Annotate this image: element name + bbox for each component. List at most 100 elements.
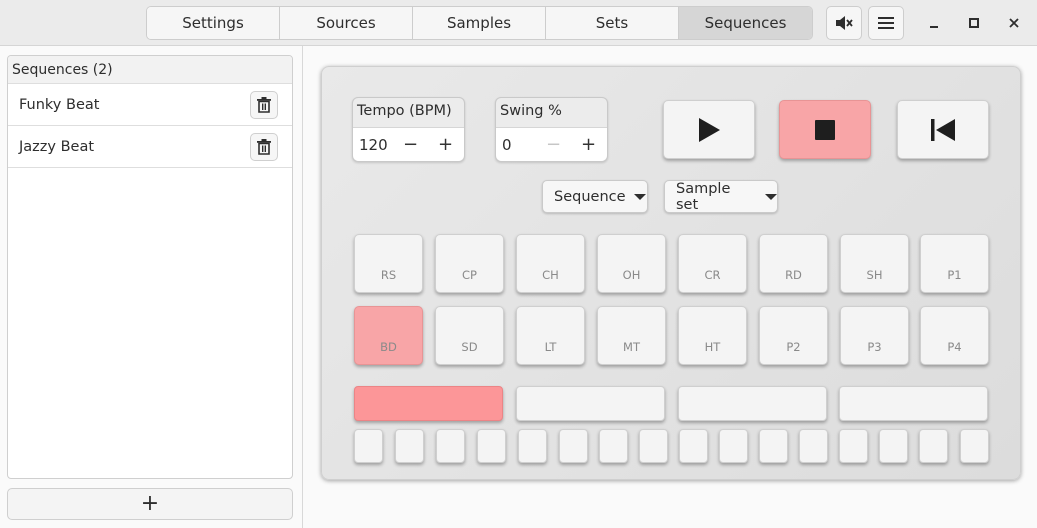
speaker-muted-icon <box>836 16 853 30</box>
pad-label: CP <box>462 268 477 282</box>
pad-rd[interactable]: RD <box>759 234 828 293</box>
step-12-button[interactable] <box>799 429 828 463</box>
pad-label: RS <box>380 268 397 282</box>
step-11-button[interactable] <box>759 429 788 463</box>
trash-icon <box>257 139 271 155</box>
pad-p3[interactable]: P3 <box>840 306 909 365</box>
pad-p1[interactable]: P1 <box>920 234 989 293</box>
tab-samples[interactable]: Samples <box>413 7 546 39</box>
sequence-list-title: Sequences (2) <box>8 56 292 84</box>
tempo-decrease-button[interactable]: − <box>393 128 428 162</box>
pad-label: OH <box>622 268 641 282</box>
pad-label: P4 <box>947 340 962 354</box>
list-item[interactable]: Jazzy Beat <box>8 126 292 168</box>
step-2-button[interactable] <box>395 429 424 463</box>
step-9-button[interactable] <box>679 429 708 463</box>
step-16-button[interactable] <box>960 429 989 463</box>
delete-sequence-button[interactable] <box>250 91 278 119</box>
bar-3-button[interactable] <box>678 386 827 421</box>
step-8-button[interactable] <box>639 429 668 463</box>
delete-sequence-button[interactable] <box>250 133 278 161</box>
step-1-button[interactable] <box>354 429 383 463</box>
pad-oh[interactable]: OH <box>597 234 666 293</box>
main-menu-button[interactable] <box>868 6 904 40</box>
pad-rs[interactable]: RS <box>354 234 423 293</box>
pad-p2[interactable]: P2 <box>759 306 828 365</box>
list-item[interactable]: Funky Beat <box>8 84 292 126</box>
maximize-icon <box>969 18 979 28</box>
step-5-button[interactable] <box>518 429 547 463</box>
pad-sd[interactable]: SD <box>435 306 504 365</box>
stop-icon <box>815 119 835 140</box>
pad-label: BD <box>380 340 397 354</box>
sequence-list: Sequences (2) Funky Beat Jazzy Beat <box>7 55 293 479</box>
pad-label: SH <box>866 268 883 282</box>
pad-ch[interactable]: CH <box>516 234 585 293</box>
add-sequence-button[interactable]: + <box>7 488 293 520</box>
swing-control: Swing % 0 − + <box>495 97 608 162</box>
skip-to-start-icon <box>931 118 955 141</box>
pad-mt[interactable]: MT <box>597 306 666 365</box>
tempo-label: Tempo (BPM) <box>357 103 452 119</box>
sample-set-dropdown[interactable]: Sample set <box>664 180 778 213</box>
hamburger-menu-icon <box>878 17 894 29</box>
step-13-button[interactable] <box>839 429 868 463</box>
sample-set-dropdown-label: Sample set <box>676 180 731 213</box>
sequence-dropdown[interactable]: Sequence <box>542 180 648 213</box>
tab-sources[interactable]: Sources <box>280 7 413 39</box>
step-6-button[interactable] <box>559 429 588 463</box>
step-10-button[interactable] <box>719 429 748 463</box>
pad-label: LT <box>544 340 557 354</box>
rewind-button[interactable] <box>897 100 989 159</box>
pad-cr[interactable]: CR <box>678 234 747 293</box>
minimize-icon <box>930 26 938 28</box>
swing-input[interactable]: 0 <box>496 136 536 154</box>
sequencer-area: Tempo (BPM) 120 − + Swing % 0 − + Sequen… <box>304 46 1037 528</box>
pad-label: CH <box>542 268 559 282</box>
plus-icon: + <box>140 491 160 516</box>
swing-label: Swing % <box>500 103 562 119</box>
tab-sequences[interactable]: Sequences <box>679 7 812 39</box>
header-bar: Settings Sources Samples Sets Sequences <box>0 0 1037 46</box>
bar-2-button[interactable] <box>516 386 665 421</box>
drum-machine-panel: Tempo (BPM) 120 − + Swing % 0 − + Sequen… <box>321 66 1021 480</box>
view-switcher: Settings Sources Samples Sets Sequences <box>146 6 813 40</box>
step-7-button[interactable] <box>599 429 628 463</box>
bar-4-button[interactable] <box>839 386 988 421</box>
pad-label: CR <box>704 268 721 282</box>
step-4-button[interactable] <box>477 429 506 463</box>
chevron-down-icon <box>633 193 646 200</box>
pad-label: RD <box>785 268 802 282</box>
swing-increase-button[interactable]: + <box>571 128 606 162</box>
pad-sh[interactable]: SH <box>840 234 909 293</box>
mute-button[interactable] <box>826 6 862 40</box>
play-icon <box>699 117 720 142</box>
maximize-button[interactable] <box>959 8 989 38</box>
pad-ht[interactable]: HT <box>678 306 747 365</box>
pad-label: MT <box>623 340 640 354</box>
pad-label: P3 <box>867 340 882 354</box>
pad-lt[interactable]: LT <box>516 306 585 365</box>
tempo-control: Tempo (BPM) 120 − + <box>352 97 465 162</box>
tempo-input[interactable]: 120 <box>353 136 393 154</box>
tab-sets[interactable]: Sets <box>546 7 679 39</box>
stop-button[interactable] <box>779 100 871 159</box>
sequence-dropdown-label: Sequence <box>554 188 626 205</box>
tab-settings[interactable]: Settings <box>147 7 280 39</box>
bar-1-button[interactable] <box>354 386 503 421</box>
pad-p4[interactable]: P4 <box>920 306 989 365</box>
tempo-increase-button[interactable]: + <box>428 128 463 162</box>
play-button[interactable] <box>663 100 755 159</box>
pad-bd[interactable]: BD <box>354 306 423 365</box>
sequence-name: Jazzy Beat <box>19 138 95 155</box>
step-14-button[interactable] <box>879 429 908 463</box>
close-icon <box>1009 18 1019 28</box>
pad-cp[interactable]: CP <box>435 234 504 293</box>
minimize-button[interactable] <box>919 8 949 38</box>
step-3-button[interactable] <box>436 429 465 463</box>
close-button[interactable] <box>999 8 1029 38</box>
swing-decrease-button[interactable]: − <box>536 128 571 162</box>
sequence-sidebar: Sequences (2) Funky Beat Jazzy Beat + <box>0 46 303 528</box>
step-15-button[interactable] <box>919 429 948 463</box>
pad-label: P2 <box>786 340 801 354</box>
